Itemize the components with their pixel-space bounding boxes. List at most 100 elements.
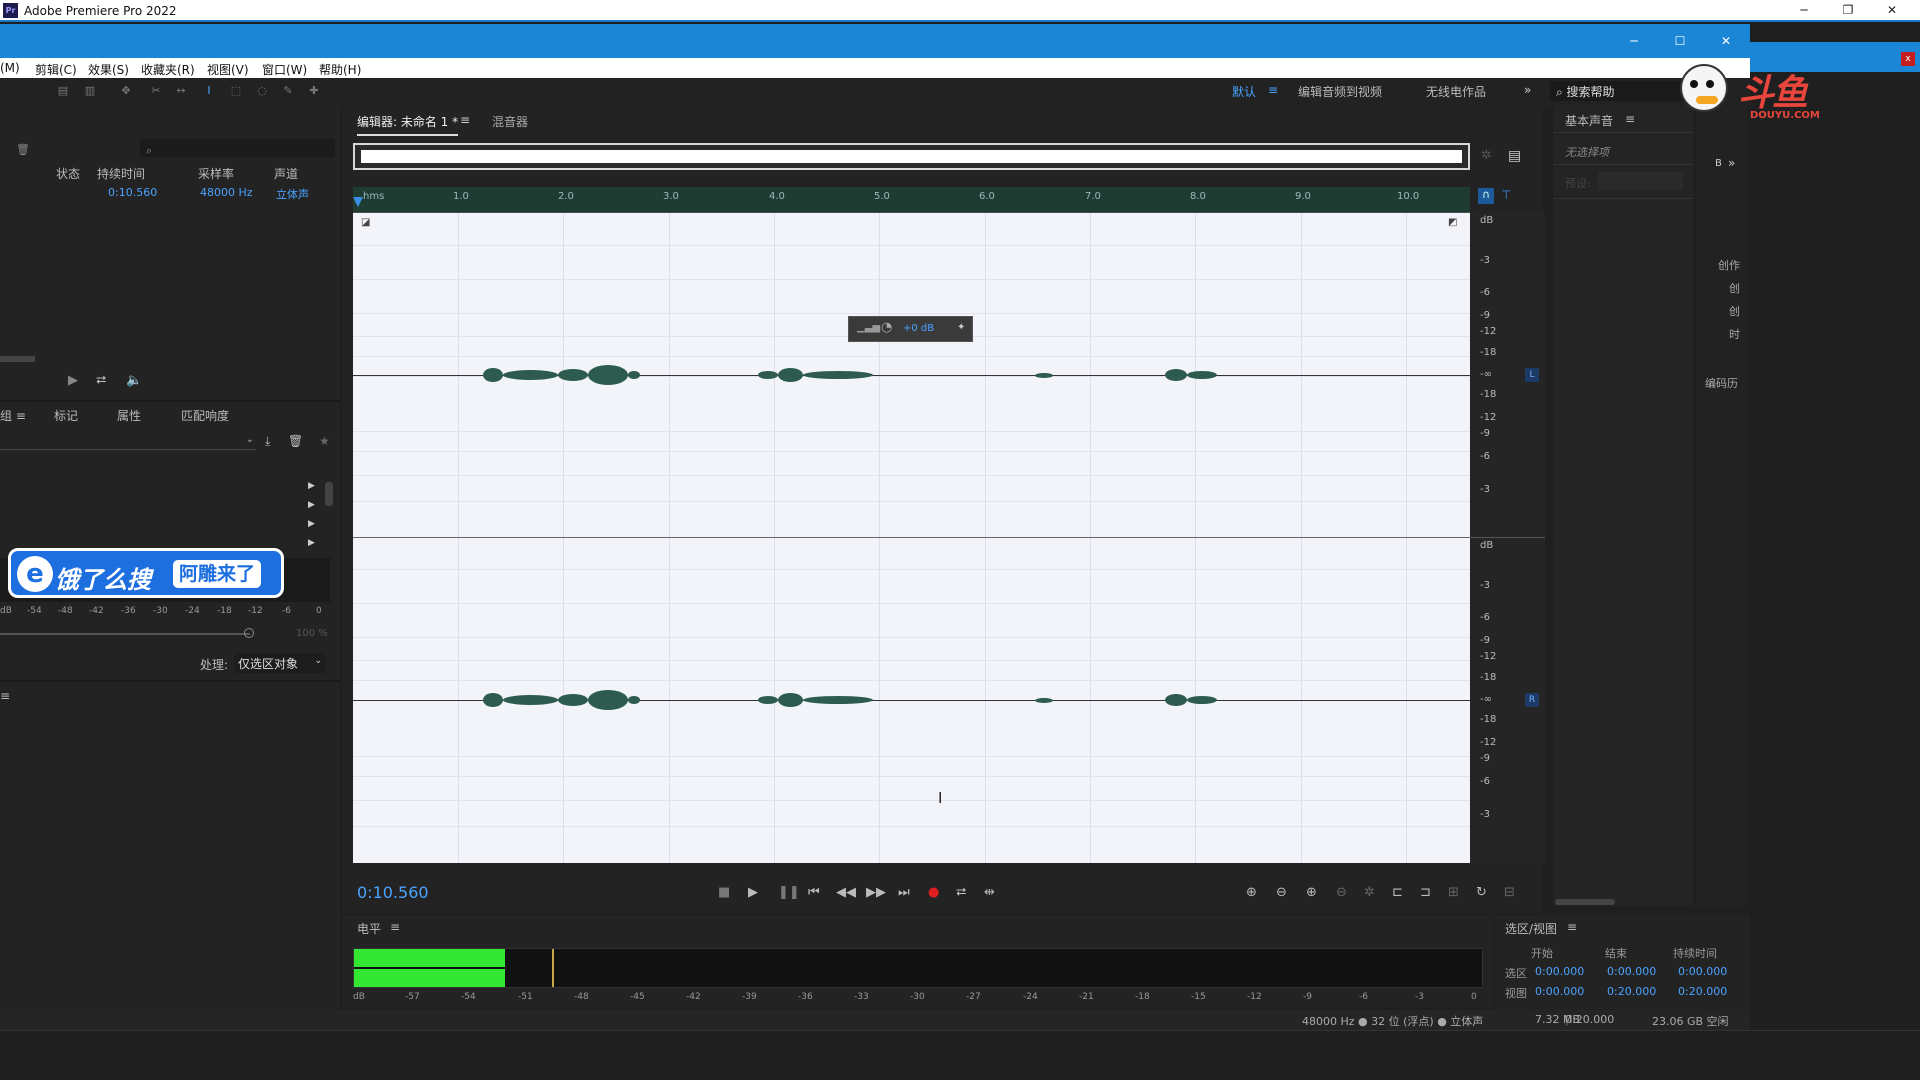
spectral-view-icon[interactable]: ▥ xyxy=(82,84,98,98)
menu-item[interactable]: 效果(S) xyxy=(88,61,129,78)
stop-icon[interactable]: ■ xyxy=(718,885,730,900)
right-channel-toggle[interactable]: R xyxy=(1525,693,1539,707)
menu-item[interactable]: 帮助(H) xyxy=(319,61,361,78)
ad-banner[interactable]: e 饿了么搜 阿雕来了 xyxy=(8,548,284,598)
fast-forward-icon[interactable]: ▶▶ xyxy=(866,885,886,900)
workspace-wireless[interactable]: 无线电作品 xyxy=(1426,83,1486,100)
minimize-button[interactable]: ─ xyxy=(1782,0,1826,20)
file-sample-rate[interactable]: 48000 Hz xyxy=(200,186,253,199)
more-workspaces-icon[interactable]: » xyxy=(1524,83,1531,97)
zoom-selection-icon[interactable]: ✲ xyxy=(1364,885,1375,900)
zoom-full-icon[interactable]: ⊞ xyxy=(1448,885,1459,900)
zoom-out-amplitude-icon[interactable]: ⊖ xyxy=(1276,885,1287,900)
vertical-scrollbar[interactable] xyxy=(325,482,333,506)
side-label[interactable]: 创作 xyxy=(1718,257,1740,273)
horizontal-scrollbar[interactable] xyxy=(1555,899,1615,905)
play-icon[interactable]: ▶ xyxy=(68,373,78,388)
waveform-view-icon[interactable]: ▤ xyxy=(55,84,71,98)
gain-hud[interactable]: ▁▃▅ ◔ +0 dB ✦ xyxy=(848,316,973,342)
headphones-icon[interactable]: ∩ xyxy=(1478,188,1494,204)
expand-icon[interactable]: ▶ xyxy=(308,519,315,529)
restore-button[interactable]: ❐ xyxy=(1826,0,1870,20)
menu-item[interactable]: 视图(V) xyxy=(207,61,249,78)
file-duration[interactable]: 0:10.560 xyxy=(108,186,157,199)
expand-panel-icon[interactable]: » xyxy=(1728,156,1735,170)
delete-preset-icon[interactable]: 🗑 xyxy=(288,434,303,448)
view-duration[interactable]: 0:20.000 xyxy=(1678,985,1727,998)
files-search-input[interactable]: ⌕ xyxy=(140,139,335,157)
hud-gain-value[interactable]: +0 dB xyxy=(903,323,934,334)
view-start[interactable]: 0:00.000 xyxy=(1535,985,1584,998)
workspace-edit-audio[interactable]: 编辑音频到视频 xyxy=(1298,83,1382,100)
move-tool-icon[interactable]: ✥ xyxy=(118,84,134,98)
tab-editor[interactable]: 编辑器: 未命名 1 * xyxy=(357,113,459,136)
overview-thumb[interactable] xyxy=(361,150,1462,163)
inner-maximize-button[interactable]: ☐ xyxy=(1658,31,1702,51)
panel-options-icon[interactable]: ▤ xyxy=(1508,148,1521,164)
save-preset-icon[interactable]: ⤓ xyxy=(265,434,270,449)
expand-icon[interactable]: ▶ xyxy=(308,500,315,510)
loop-icon[interactable]: ⮂ xyxy=(956,885,966,900)
tab-match-loudness[interactable]: 匹配响度 xyxy=(181,407,229,424)
pause-icon[interactable]: ❚❚ xyxy=(778,885,800,900)
zoom-in-time-icon[interactable]: ⊕ xyxy=(1306,885,1317,900)
tab-mixer[interactable]: 混音器 xyxy=(492,113,528,130)
pin-icon[interactable]: ⊤ xyxy=(1501,188,1511,202)
pin-icon[interactable]: ✦ xyxy=(957,322,965,333)
waveform-display[interactable]: ◪ ◩ I xyxy=(353,213,1470,863)
loop-icon[interactable]: ⮂ xyxy=(96,373,106,388)
close-button[interactable]: ✕ xyxy=(1870,0,1914,20)
view-end[interactable]: 0:20.000 xyxy=(1607,985,1656,998)
gain-knob-icon[interactable]: ◔ xyxy=(881,320,892,335)
preset-dropdown[interactable] xyxy=(1598,172,1683,190)
collapsed-panel-icon[interactable]: B xyxy=(1715,158,1722,169)
tab-group[interactable]: 组 ≡ xyxy=(0,407,26,424)
side-label[interactable]: 编码历 xyxy=(1705,375,1738,391)
panel-menu-icon[interactable]: ≡ xyxy=(1625,112,1635,126)
playhead-marker[interactable] xyxy=(353,197,363,207)
left-channel-toggle[interactable]: L xyxy=(1525,368,1539,382)
mix-slider[interactable] xyxy=(0,633,250,635)
mix-slider-handle[interactable] xyxy=(244,628,254,638)
zoom-out-time-icon[interactable]: ⊖ xyxy=(1336,885,1347,900)
zoom-tool-icon[interactable]: ✲ xyxy=(1481,148,1492,163)
tab-properties[interactable]: 属性 xyxy=(117,407,141,424)
expand-icon[interactable]: ▶ xyxy=(308,538,315,548)
delete-icon[interactable]: 🗑 xyxy=(16,143,30,156)
razor-tool-icon[interactable]: ✂ xyxy=(148,84,164,98)
panel-menu-icon[interactable]: ≡ xyxy=(1567,920,1577,934)
file-channel[interactable]: 立体声 xyxy=(276,186,309,202)
brush-tool-icon[interactable]: ✎ xyxy=(280,84,296,98)
favorite-icon[interactable]: ★ xyxy=(319,434,330,448)
menu-item[interactable]: 窗口(W) xyxy=(262,61,307,78)
spot-heal-tool-icon[interactable]: ✚ xyxy=(306,84,322,98)
skip-back-icon[interactable]: ⏮ xyxy=(808,885,820,900)
time-ruler[interactable]: hms 1.0 2.0 3.0 4.0 5.0 6.0 7.0 8.0 9.0 … xyxy=(353,187,1470,213)
play-icon[interactable]: ▶ xyxy=(748,885,758,900)
horizontal-scrollbar[interactable] xyxy=(0,356,35,362)
overview-scrollbar[interactable] xyxy=(353,143,1470,170)
zoom-out-point-icon[interactable]: ⊐ xyxy=(1420,885,1431,900)
menu-item[interactable]: 收藏夹(R) xyxy=(141,61,195,78)
inner-close-button[interactable]: ✕ xyxy=(1704,31,1748,51)
slip-tool-icon[interactable]: ↔ xyxy=(173,84,189,98)
process-dropdown[interactable]: 仅选区对象 ⌄ xyxy=(234,653,326,673)
fade-out-handle-icon[interactable]: ◩ xyxy=(1448,217,1457,228)
zoom-out-full-icon[interactable]: ⊟ xyxy=(1504,885,1515,900)
lasso-tool-icon[interactable]: ◌ xyxy=(254,84,270,98)
side-label[interactable]: 创 xyxy=(1729,280,1740,296)
workspace-menu-icon[interactable]: ≡ xyxy=(1268,83,1278,97)
record-icon[interactable]: ● xyxy=(928,885,939,900)
levels-menu-icon[interactable]: ≡ xyxy=(390,920,400,934)
current-time[interactable]: 0:10.560 xyxy=(357,883,429,902)
close-icon[interactable]: x xyxy=(1901,52,1915,66)
rewind-icon[interactable]: ◀◀ xyxy=(836,885,856,900)
expand-icon[interactable]: ▶ xyxy=(308,481,315,491)
tab-menu-icon[interactable]: ≡ xyxy=(460,113,470,127)
inner-minimize-button[interactable]: ─ xyxy=(1612,31,1656,51)
fade-in-handle-icon[interactable]: ◪ xyxy=(361,217,370,228)
volume-icon[interactable]: 🔈 xyxy=(126,373,142,388)
marquee-tool-icon[interactable]: ⬚ xyxy=(228,84,244,98)
zoom-in-point-icon[interactable]: ⊏ xyxy=(1392,885,1403,900)
selection-duration[interactable]: 0:00.000 xyxy=(1678,965,1727,978)
